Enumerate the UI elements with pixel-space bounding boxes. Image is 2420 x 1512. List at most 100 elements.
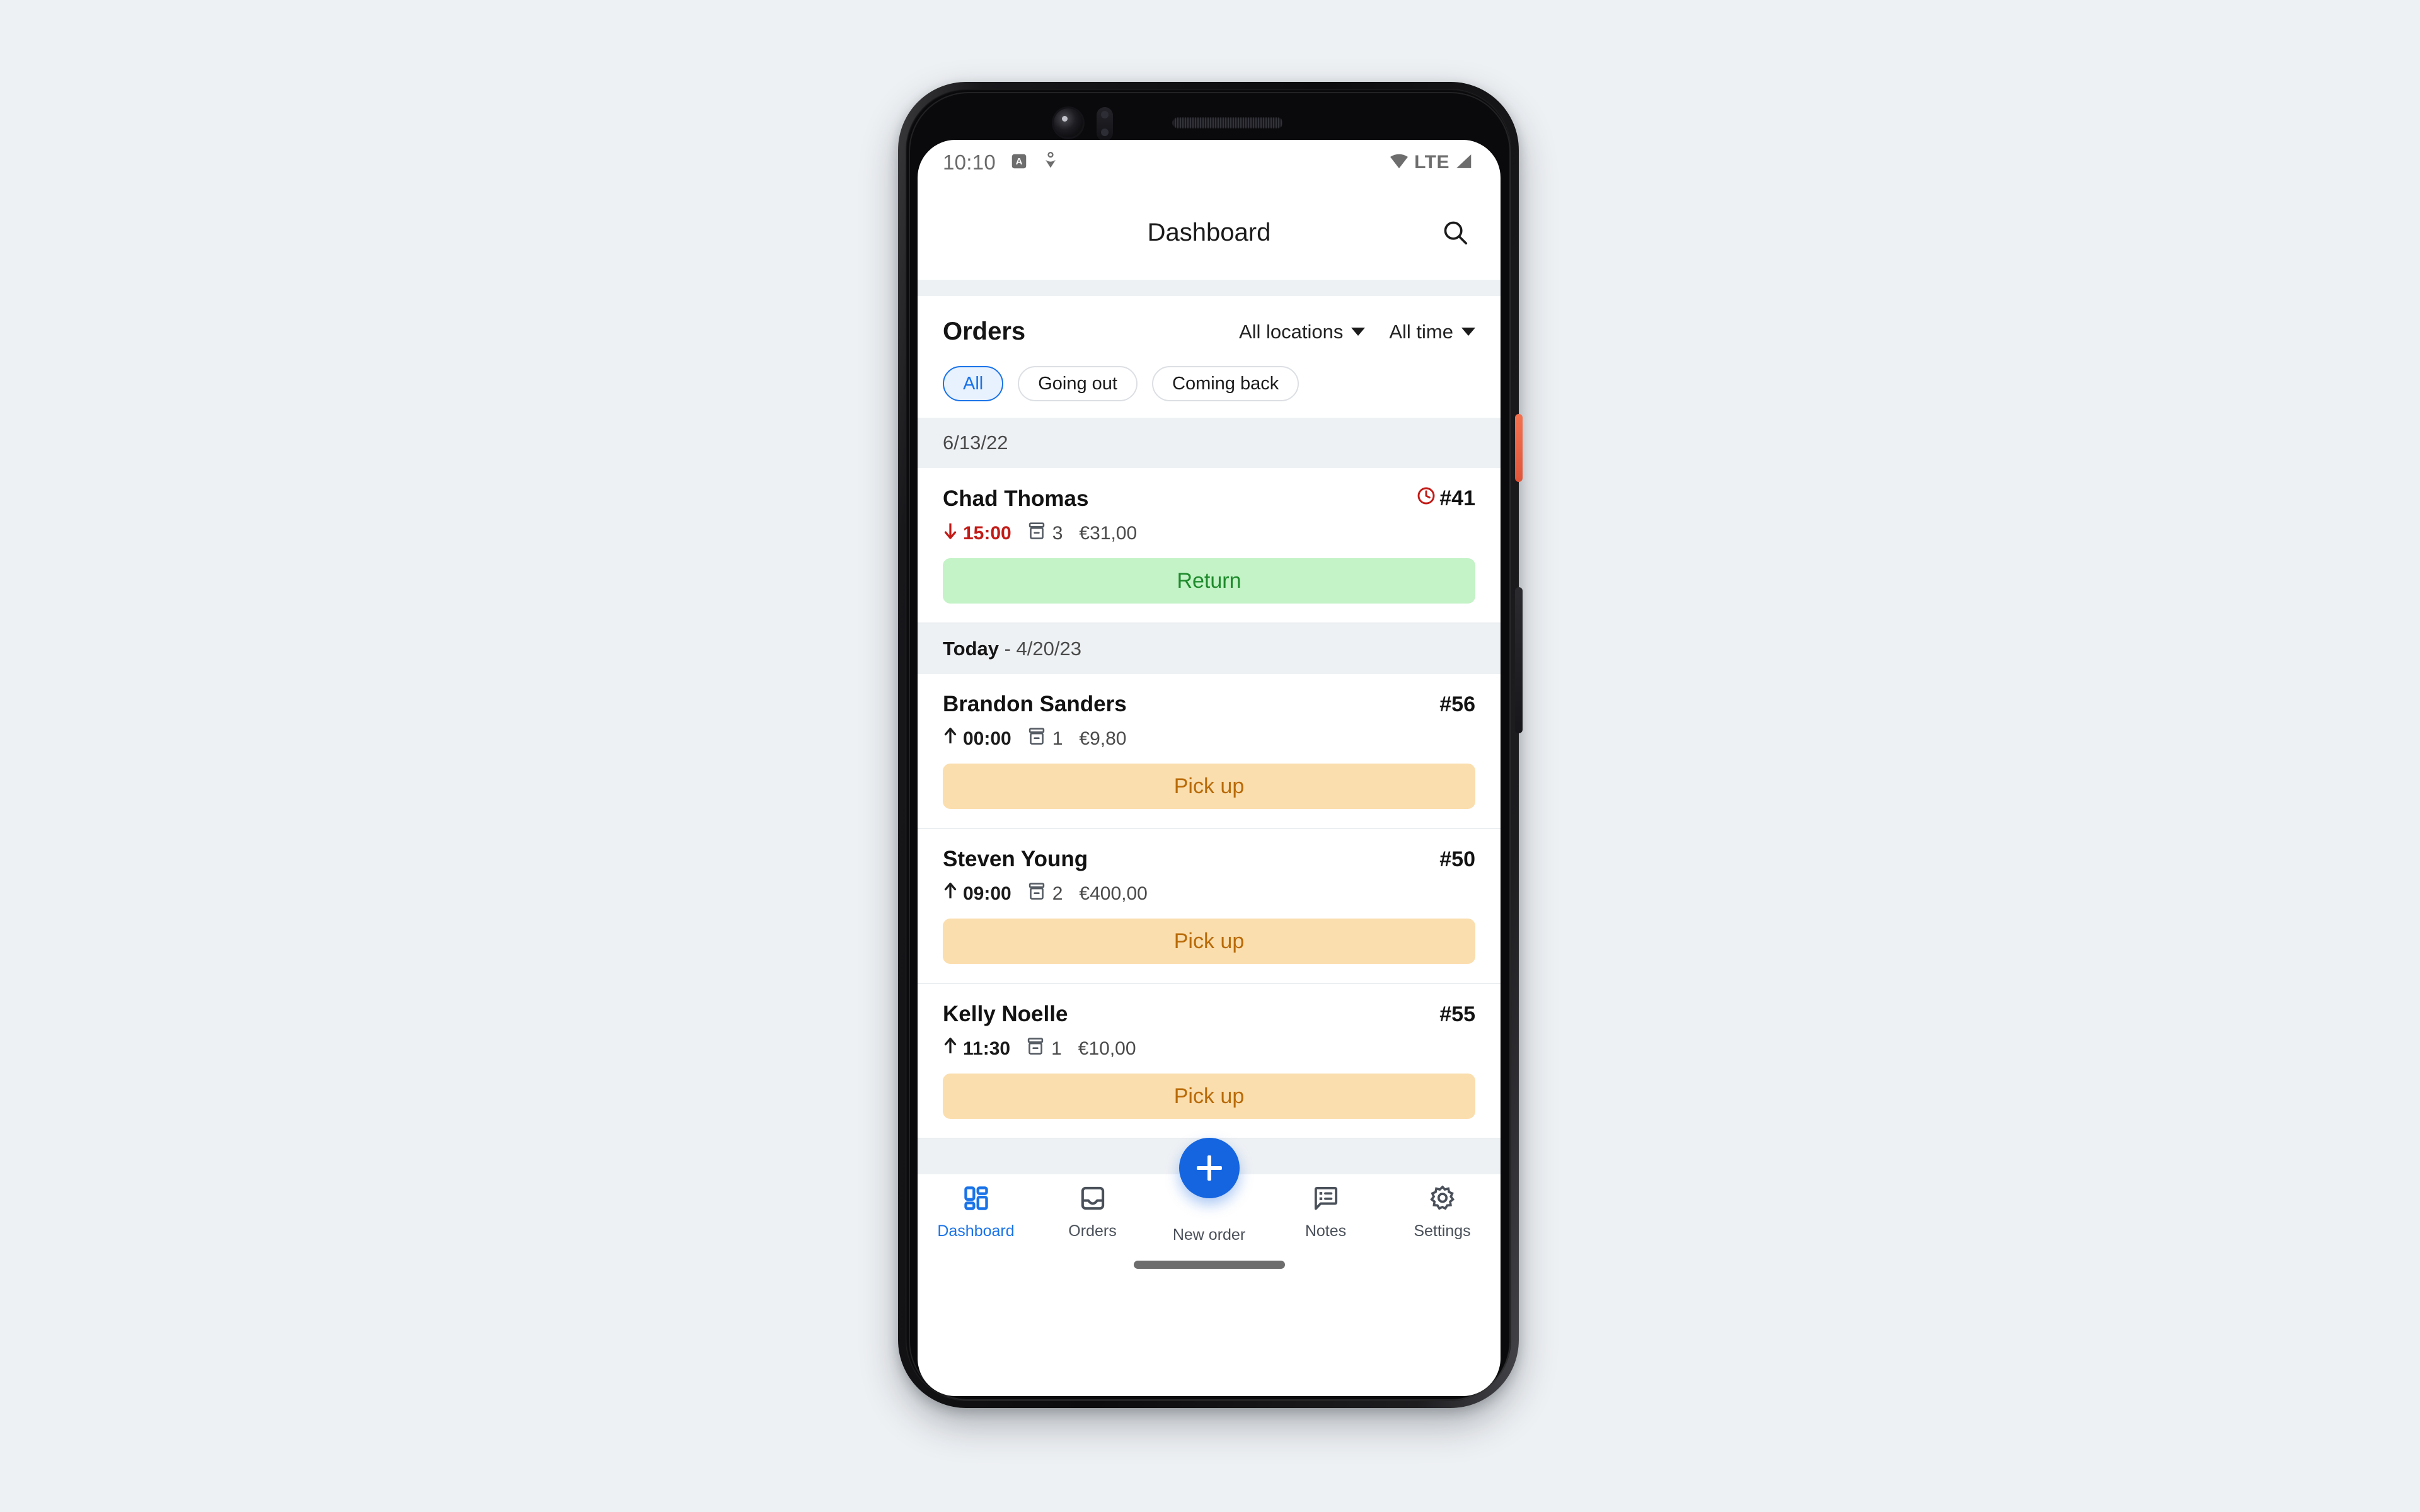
appbar-divider bbox=[918, 280, 1501, 296]
new-order-fab[interactable] bbox=[1178, 1138, 1240, 1198]
order-meta: 09:00 2 €400,00 bbox=[943, 882, 1475, 906]
status-bar: 10:10 A LTE bbox=[918, 140, 1501, 185]
order-customer-name: Brandon Sanders bbox=[943, 692, 1127, 716]
chip-coming-back[interactable]: Coming back bbox=[1152, 366, 1299, 401]
volume-button[interactable] bbox=[1515, 587, 1523, 733]
orders-list[interactable]: 6/13/22 Chad Thomas #41 15:00 3 €31,00 R… bbox=[918, 418, 1501, 1139]
app-bar: Dashboard bbox=[918, 185, 1501, 280]
package-box-icon bbox=[1028, 882, 1046, 906]
order-time: 00:00 bbox=[963, 728, 1011, 749]
earpiece-speaker bbox=[1172, 117, 1283, 129]
order-card-top: Brandon Sanders #56 bbox=[943, 692, 1475, 717]
arrow-up-icon bbox=[943, 882, 958, 906]
order-price: €10,00 bbox=[1078, 1038, 1136, 1059]
svg-text:A: A bbox=[1016, 156, 1023, 167]
plus-icon bbox=[1196, 1154, 1223, 1182]
nav-item-new-order[interactable]: New order bbox=[1151, 1138, 1267, 1244]
order-id-group: #41 bbox=[1416, 486, 1475, 512]
order-number: #56 bbox=[1439, 692, 1475, 716]
orders-section-title: Orders bbox=[943, 318, 1026, 345]
order-number: #55 bbox=[1439, 1002, 1475, 1026]
order-package-count: 1 bbox=[1051, 1038, 1062, 1059]
order-price: €400,00 bbox=[1079, 883, 1148, 904]
wifi-icon bbox=[1388, 152, 1410, 173]
status-bar-left: 10:10 A bbox=[943, 151, 1059, 175]
order-time-group: 09:00 bbox=[943, 882, 1011, 906]
order-package-group: 3 bbox=[1028, 522, 1063, 546]
location-filter-dropdown[interactable]: All locations bbox=[1238, 320, 1366, 343]
group-date: - 4/20/23 bbox=[1004, 638, 1081, 660]
group-label-today: Today bbox=[943, 638, 999, 660]
order-action-button[interactable]: Pick up bbox=[943, 919, 1475, 964]
gear-icon bbox=[1429, 1184, 1456, 1215]
order-action-button[interactable]: Pick up bbox=[943, 764, 1475, 809]
order-price: €31,00 bbox=[1079, 523, 1138, 544]
inbox-tray-icon bbox=[1079, 1184, 1107, 1215]
package-box-icon bbox=[1027, 1037, 1044, 1061]
phone-screen: 10:10 A LTE Dashboard Orders All locatio… bbox=[918, 140, 1501, 1396]
order-meta: 00:00 1 €9,80 bbox=[943, 727, 1475, 751]
nav-label-settings: Settings bbox=[1414, 1222, 1471, 1240]
order-card[interactable]: Steven Young #50 09:00 2 €400,00 Pick up bbox=[918, 829, 1501, 984]
order-package-count: 3 bbox=[1052, 523, 1063, 544]
order-action-button[interactable]: Pick up bbox=[943, 1074, 1475, 1119]
nav-item-notes[interactable]: Notes bbox=[1267, 1174, 1384, 1240]
status-time: 10:10 bbox=[943, 151, 996, 174]
orders-filters: All locations All time bbox=[1239, 321, 1475, 343]
order-type-chips: All Going out Coming back bbox=[918, 346, 1501, 418]
nav-label-dashboard: Dashboard bbox=[937, 1222, 1015, 1240]
order-package-count: 1 bbox=[1052, 728, 1063, 749]
order-time-group: 15:00 bbox=[943, 522, 1011, 546]
order-card-top: Steven Young #50 bbox=[943, 847, 1475, 872]
order-time-group: 11:30 bbox=[943, 1037, 1010, 1061]
package-box-icon bbox=[1028, 522, 1046, 546]
nav-item-dashboard[interactable]: Dashboard bbox=[918, 1174, 1034, 1240]
chip-going-out[interactable]: Going out bbox=[1018, 366, 1138, 401]
time-filter-dropdown[interactable]: All time bbox=[1389, 321, 1475, 343]
nav-label-notes: Notes bbox=[1305, 1222, 1347, 1240]
order-card[interactable]: Chad Thomas #41 15:00 3 €31,00 Return bbox=[918, 468, 1501, 624]
order-package-count: 2 bbox=[1052, 883, 1063, 904]
date-group-header: 6/13/22 bbox=[918, 418, 1501, 468]
order-customer-name: Kelly Noelle bbox=[943, 1002, 1068, 1026]
arrow-up-icon bbox=[943, 1037, 958, 1061]
chip-all[interactable]: All bbox=[943, 366, 1004, 401]
orders-header: Orders All locations All time bbox=[918, 296, 1501, 346]
order-time: 11:30 bbox=[963, 1038, 1011, 1059]
page-title: Dashboard bbox=[1147, 218, 1271, 246]
order-card[interactable]: Brandon Sanders #56 00:00 1 €9,80 Pick u… bbox=[918, 674, 1501, 829]
order-action-button[interactable]: Return bbox=[943, 558, 1475, 604]
location-person-icon bbox=[1042, 151, 1059, 174]
package-box-icon bbox=[1028, 727, 1046, 751]
order-meta: 15:00 3 €31,00 bbox=[943, 522, 1475, 546]
order-package-group: 1 bbox=[1027, 1037, 1062, 1061]
dashboard-grid-icon bbox=[962, 1184, 990, 1215]
home-indicator[interactable] bbox=[1133, 1261, 1285, 1269]
nav-item-orders[interactable]: Orders bbox=[1034, 1174, 1151, 1240]
chevron-down-icon bbox=[1461, 328, 1475, 336]
order-number: #41 bbox=[1439, 486, 1475, 510]
arrow-down-icon bbox=[943, 522, 958, 546]
order-customer-name: Chad Thomas bbox=[943, 486, 1089, 511]
nav-label-orders: Orders bbox=[1068, 1222, 1117, 1240]
order-meta: 11:30 1 €10,00 bbox=[943, 1037, 1475, 1061]
status-bar-right: LTE bbox=[1388, 152, 1473, 173]
order-card-top: Kelly Noelle #55 bbox=[943, 1002, 1475, 1027]
order-package-group: 2 bbox=[1028, 882, 1063, 906]
front-camera-icon bbox=[1054, 108, 1083, 137]
order-time: 09:00 bbox=[963, 883, 1011, 904]
order-card-top: Chad Thomas #41 bbox=[943, 486, 1475, 512]
arrow-up-icon bbox=[943, 727, 958, 751]
order-number: #50 bbox=[1439, 847, 1475, 871]
search-icon[interactable] bbox=[1438, 215, 1473, 250]
power-button[interactable] bbox=[1515, 414, 1523, 482]
nav-item-settings[interactable]: Settings bbox=[1384, 1174, 1501, 1240]
screenshot-canvas: 10:10 A LTE Dashboard Orders All locatio… bbox=[0, 0, 2420, 1512]
order-time: 15:00 bbox=[963, 523, 1011, 544]
chevron-down-icon bbox=[1351, 328, 1366, 336]
order-package-group: 1 bbox=[1028, 727, 1063, 751]
order-card[interactable]: Kelly Noelle #55 11:30 1 €10,00 Pick up bbox=[918, 984, 1501, 1139]
network-type-label: LTE bbox=[1414, 152, 1449, 173]
location-filter-label: All locations bbox=[1238, 320, 1344, 343]
clock-icon bbox=[1416, 486, 1436, 512]
